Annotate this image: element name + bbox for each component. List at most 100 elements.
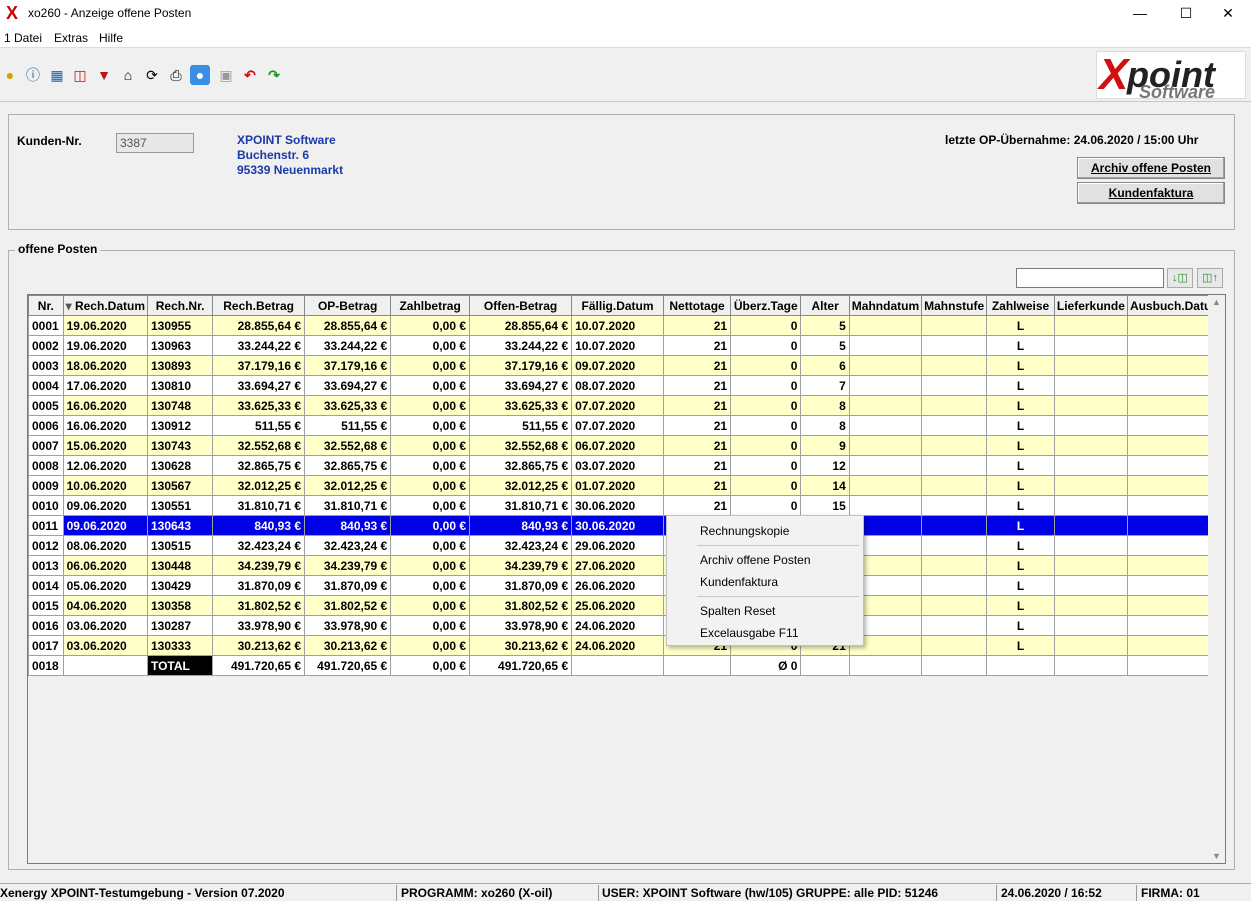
- table-cell: L: [986, 415, 1055, 436]
- ctx-excel-export[interactable]: Excelausgabe F11: [700, 626, 799, 640]
- column-header[interactable]: Rech.Nr.: [146, 295, 214, 316]
- column-header[interactable]: Nettotage: [662, 295, 732, 316]
- table-cell: 33.244,22 €: [212, 335, 306, 356]
- table-row[interactable]: 0015 04.06.2020 130358 31.802,52 €31.802,52…: [28, 595, 1226, 616]
- table-cell: 32.552,68 €: [469, 435, 573, 456]
- print-icon[interactable]: ⎙: [166, 65, 186, 85]
- archive-open-items-button[interactable]: Archiv offene Posten: [1077, 157, 1225, 179]
- table-row[interactable]: 0016 03.06.2020 130287 33.978,90 €33.978,90…: [28, 615, 1226, 636]
- table-cell: L: [986, 495, 1055, 516]
- table-row[interactable]: 0011 09.06.2020 130643 840,93 €840,93 €0,00…: [28, 515, 1226, 536]
- customer-panel: [8, 114, 1235, 230]
- table-row[interactable]: 0007 15.06.2020 130743 32.552,68 €32.552,68…: [28, 435, 1226, 456]
- open-items-grid[interactable]: Nr. ▾ Rech.Datum Rech.Nr. Rech.Betrag OP-Bet…: [27, 294, 1226, 864]
- menu-hilfe[interactable]: Hilfe: [99, 31, 123, 45]
- search-up-icon[interactable]: ◫↑: [1197, 268, 1223, 288]
- table-cell: [848, 315, 923, 336]
- lightbulb-icon[interactable]: ●: [0, 65, 20, 85]
- table-cell: 0,00 €: [390, 395, 471, 416]
- table-row[interactable]: 0001 19.06.2020 130955 28.855,64 €28.855,64…: [28, 315, 1226, 336]
- column-header[interactable]: Alter: [800, 295, 850, 316]
- ctx-customer-invoicing[interactable]: Kundenfaktura: [700, 575, 778, 589]
- column-header[interactable]: Rech.Betrag: [212, 295, 306, 316]
- table-cell: 0: [730, 495, 802, 516]
- table-cell: L: [986, 535, 1055, 556]
- table-row[interactable]: 0010 09.06.2020 130551 31.810,71 €31.810,71…: [28, 495, 1226, 516]
- column-header[interactable]: Zahlweise: [986, 295, 1055, 316]
- column-header[interactable]: Zahlbetrag: [390, 295, 471, 316]
- column-header[interactable]: Lieferkunde: [1053, 295, 1128, 316]
- table-row[interactable]: 0002 19.06.2020 130963 33.244,22 €33.244,22…: [28, 335, 1226, 356]
- table-row[interactable]: 0012 08.06.2020 130515 32.423,24 €32.423,24…: [28, 535, 1226, 556]
- redo-icon[interactable]: ↷: [264, 65, 284, 85]
- column-header[interactable]: Fällig.Datum: [571, 295, 664, 316]
- ctx-invoice-copy[interactable]: Rechnungskopie: [700, 524, 789, 538]
- table-cell: 15.06.2020: [62, 435, 148, 456]
- total-row[interactable]: 0018 TOTAL 491.720,65 €491.720,65 €0,00 €4…: [28, 655, 1226, 676]
- column-header[interactable]: Nr.: [28, 295, 64, 316]
- column-header[interactable]: Mahndatum: [848, 295, 923, 316]
- table-cell: 34.239,79 €: [212, 555, 306, 576]
- table-cell: 31.802,52 €: [304, 595, 392, 616]
- table-cell: [662, 655, 732, 676]
- minimize-icon[interactable]: —: [1117, 0, 1163, 27]
- chat-icon[interactable]: ●: [190, 65, 210, 85]
- table-row[interactable]: 0004 17.06.2020 130810 33.694,27 €33.694,27…: [28, 375, 1226, 396]
- home-icon[interactable]: ⌂: [118, 65, 138, 85]
- table-row[interactable]: 0013 06.06.2020 130448 34.239,79 €34.239,79…: [28, 555, 1226, 576]
- table-cell: 840,93 €: [212, 515, 306, 536]
- customer-number-field[interactable]: 3387: [116, 133, 194, 153]
- book-icon[interactable]: ▦: [47, 65, 67, 85]
- table-cell: 30.213,62 €: [212, 635, 306, 656]
- table-row[interactable]: 0009 10.06.2020 130567 32.012,25 €32.012,25…: [28, 475, 1226, 496]
- table-cell: 0,00 €: [390, 415, 471, 436]
- table-cell: 30.06.2020: [571, 495, 664, 516]
- table-cell: [1053, 415, 1128, 436]
- table-cell: 33.978,90 €: [469, 615, 573, 636]
- refresh-icon[interactable]: ⟳: [142, 65, 162, 85]
- column-header[interactable]: Überz.Tage: [730, 295, 802, 316]
- save-icon[interactable]: ▣: [216, 65, 236, 85]
- xpoint-logo: X point Software: [1096, 50, 1246, 102]
- column-header[interactable]: Offen-Betrag: [469, 295, 573, 316]
- close-icon[interactable]: ✕: [1205, 0, 1251, 27]
- table-cell: 0,00 €: [390, 355, 471, 376]
- table-row[interactable]: 0014 05.06.2020 130429 31.870,09 €31.870,09…: [28, 575, 1226, 596]
- info-icon[interactable]: ⓘ: [23, 65, 43, 85]
- table-cell: [921, 335, 988, 356]
- table-row[interactable]: 0006 16.06.2020 130912 511,55 €511,55 €0,00…: [28, 415, 1226, 436]
- table-cell: 31.870,09 €: [212, 575, 306, 596]
- table-row[interactable]: 0017 03.06.2020 130333 30.213,62 €30.213,62…: [28, 635, 1226, 656]
- vertical-scrollbar[interactable]: ▲ ▼: [1208, 295, 1225, 863]
- maximize-icon[interactable]: ☐: [1163, 0, 1209, 27]
- table-row[interactable]: 0008 12.06.2020 130628 32.865,75 €32.865,75…: [28, 455, 1226, 476]
- table-cell: L: [986, 335, 1055, 356]
- filter-icon[interactable]: ▼: [94, 65, 114, 85]
- customer-invoicing-button[interactable]: Kundenfaktura: [1077, 182, 1225, 204]
- ctx-separator: [697, 596, 859, 597]
- search-input[interactable]: [1016, 268, 1164, 288]
- table-row[interactable]: 0005 16.06.2020 130748 33.625,33 €33.625,33…: [28, 395, 1226, 416]
- table-cell: 09.07.2020: [571, 355, 664, 376]
- table-cell: [848, 335, 923, 356]
- ctx-reset-columns[interactable]: Spalten Reset: [700, 604, 775, 618]
- column-header[interactable]: Mahnstufe: [921, 295, 988, 316]
- table-cell: 0: [730, 435, 802, 456]
- table-cell: 08.07.2020: [571, 375, 664, 396]
- undo-icon[interactable]: ↶: [240, 65, 260, 85]
- table-cell: [1053, 555, 1128, 576]
- column-header[interactable]: OP-Betrag: [304, 295, 392, 316]
- table-cell: 130448: [146, 555, 214, 576]
- table-row[interactable]: 0003 18.06.2020 130893 37.179,16 €37.179,16…: [28, 355, 1226, 376]
- menu-datei[interactable]: 1 Datei: [4, 31, 42, 45]
- menu-extras[interactable]: Extras: [54, 31, 88, 45]
- ctx-archive-open-items[interactable]: Archiv offene Posten: [700, 553, 811, 567]
- database-icon[interactable]: ◫: [70, 65, 90, 85]
- search-down-icon[interactable]: ↓◫: [1167, 268, 1193, 288]
- table-cell: 34.239,79 €: [469, 555, 573, 576]
- table-cell: 21: [662, 415, 732, 436]
- table-cell: 21: [662, 315, 732, 336]
- table-cell: 33.625,33 €: [212, 395, 306, 416]
- table-cell: 33.694,27 €: [304, 375, 392, 396]
- column-header[interactable]: ▾ Rech.Datum: [62, 295, 148, 316]
